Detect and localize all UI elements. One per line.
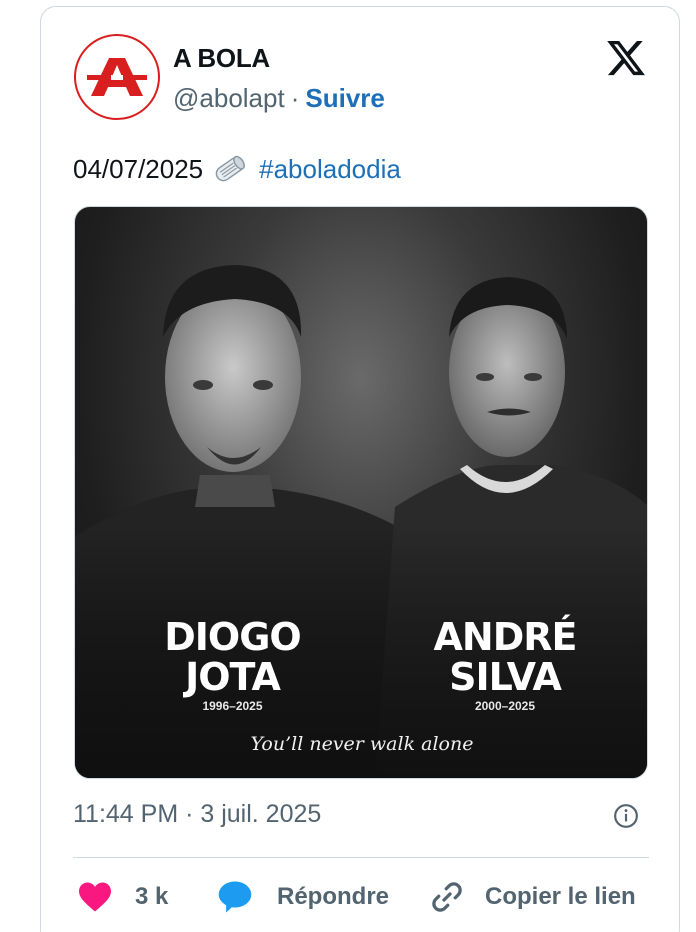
heart-icon [79,882,111,912]
a-bola-logo-icon [87,58,147,96]
player-2-years: 2000–2025 [474,699,536,713]
copy-link-button[interactable]: Copier le lien [429,877,636,917]
player-1-name: DIOGO JOTA [145,617,320,697]
author-avatar[interactable] [74,34,160,120]
player-1-first-name: DIOGO [164,615,301,659]
author-handle[interactable]: @abolapt [173,83,285,113]
rolled-newspaper-icon [215,155,246,182]
media-motto: You’ll never walk alone [250,733,474,755]
info-icon[interactable] [613,803,639,829]
speech-bubble-icon [218,881,252,913]
tweet-media-image[interactable]: DIOGO JOTA 1996–2025 ANDRÉ SILVA 2000–20… [74,206,648,779]
link-icon [432,882,462,912]
tweet-timestamp[interactable]: 11:44 PM · 3 juil. 2025 [73,800,321,829]
player-1-years: 1996–2025 [202,699,263,713]
player-2-name: ANDRÉ SILVA [415,617,595,697]
x-logo-icon[interactable] [605,37,647,79]
follow-button[interactable]: Suivre [305,83,385,113]
like-count: 3 k [135,883,169,910]
tweet-date: 04/07/2025 [73,153,204,184]
reply-label: Répondre [277,883,390,910]
player-2-first-name: ANDRÉ [433,615,578,659]
reply-button[interactable]: Répondre [217,877,389,917]
divider [73,857,649,858]
separator: · [290,83,300,113]
hashtag-link[interactable]: #aboladodia [259,154,401,185]
copy-link-label: Copier le lien [485,883,636,910]
player-1-last-name: JOTA [185,655,281,699]
player-2-last-name: SILVA [449,655,562,699]
author-name[interactable]: A BOLA [173,43,270,74]
author-handle-row: @abolapt · Suivre [173,83,385,114]
tweet-card: A BOLA @abolapt · Suivre 04/07/2025 #abola… [40,6,680,932]
like-button[interactable]: 3 k [77,877,168,917]
tweet-text: 04/07/2025 #aboladodia [73,152,401,186]
